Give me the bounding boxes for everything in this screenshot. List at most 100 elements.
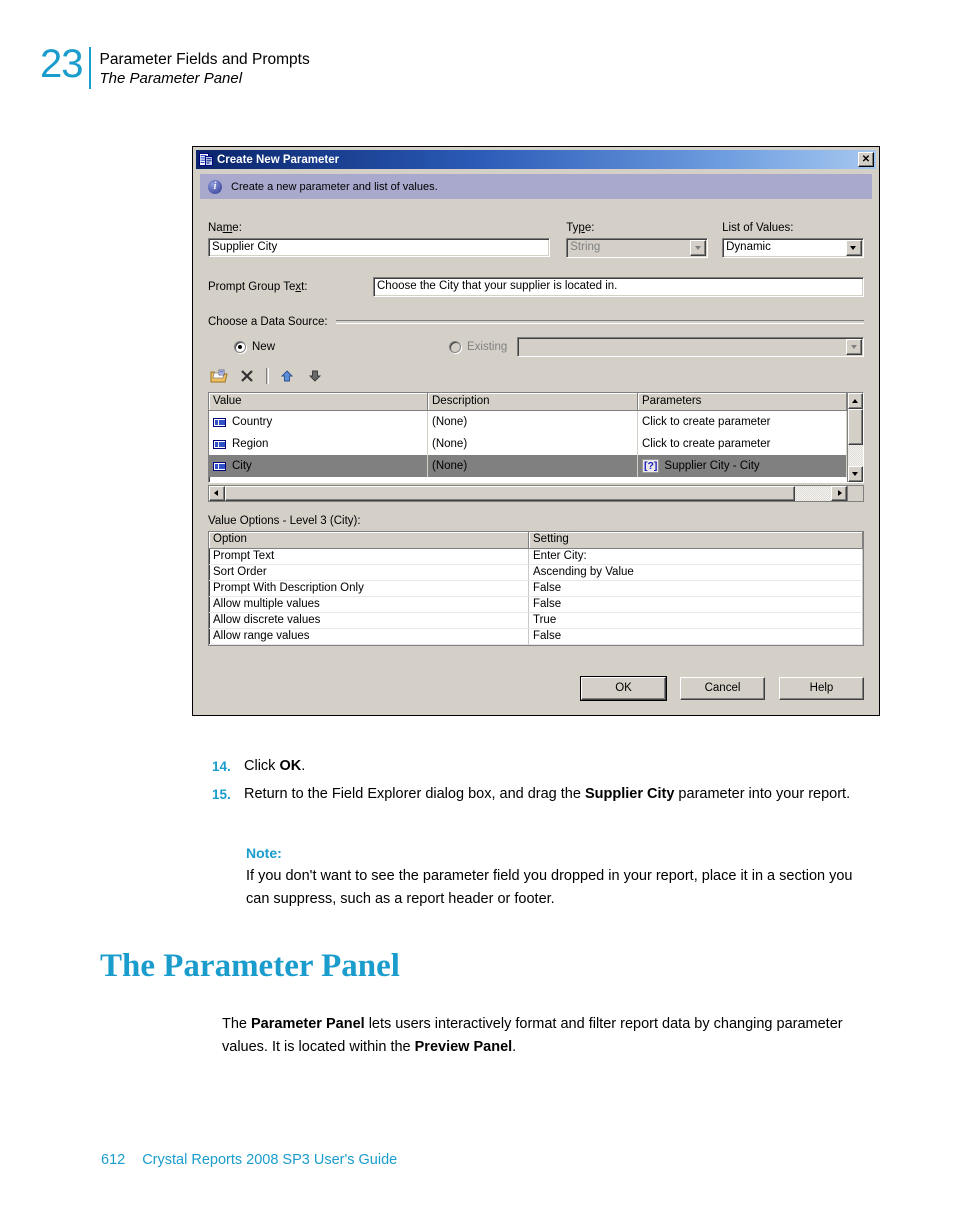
header-chapter-title: Parameter Fields and Prompts xyxy=(99,51,310,68)
cell-setting[interactable]: Ascending by Value xyxy=(529,565,863,581)
value-grid-vertical-scrollbar[interactable] xyxy=(847,393,863,482)
cell-value-text: Country xyxy=(232,415,273,428)
scroll-left-icon[interactable] xyxy=(209,486,225,501)
name-field-label: Name: xyxy=(208,222,242,234)
help-button[interactable]: Help xyxy=(779,677,864,700)
column-header-setting[interactable]: Setting xyxy=(529,532,863,549)
existing-data-source-select[interactable] xyxy=(517,337,864,357)
cell-setting[interactable]: False xyxy=(529,629,863,645)
existing-data-source-value xyxy=(518,338,845,356)
radio-new-label: New xyxy=(252,341,276,353)
info-icon: i xyxy=(208,179,222,194)
value-grid-header: Value Description Parameters xyxy=(209,393,847,411)
parameter-question-icon: [?] xyxy=(642,459,660,473)
page-running-header: 23 Parameter Fields and Prompts The Para… xyxy=(40,44,310,89)
chevron-down-icon[interactable] xyxy=(846,339,862,355)
table-row[interactable]: Country (None) Click to create parameter xyxy=(209,411,847,433)
cell-setting[interactable]: Enter City: xyxy=(529,549,863,565)
move-up-icon[interactable] xyxy=(276,366,298,386)
radio-dot-icon xyxy=(449,341,462,353)
scrollbar-track[interactable] xyxy=(225,486,831,501)
delete-x-icon[interactable] xyxy=(236,366,258,386)
scrollbar-thumb[interactable] xyxy=(225,486,795,501)
radio-existing[interactable]: Existing xyxy=(449,341,507,353)
dialog-info-banner: i Create a new parameter and list of val… xyxy=(200,174,872,199)
cell-setting[interactable]: True xyxy=(529,613,863,629)
type-select-value: String xyxy=(570,241,601,253)
cell-parameter[interactable]: Click to create parameter xyxy=(638,411,847,433)
table-row[interactable]: Allow discrete values True xyxy=(209,613,863,629)
note-title: Note: xyxy=(246,845,282,861)
prompt-group-text-label: Prompt Group Text: xyxy=(208,281,308,293)
data-source-radio-row: New Existing xyxy=(208,337,864,357)
cell-parameter[interactable]: [?] Supplier City - City xyxy=(638,455,847,477)
note-block: Note: If you don't want to see the param… xyxy=(246,842,866,911)
chevron-down-icon[interactable] xyxy=(845,240,862,256)
column-header-parameters[interactable]: Parameters xyxy=(638,393,847,411)
header-divider-rule xyxy=(88,47,91,89)
value-options-table[interactable]: Option Setting Prompt Text Enter City: S… xyxy=(208,531,864,646)
open-folder-icon[interactable] xyxy=(208,366,230,386)
table-row[interactable]: Sort Order Ascending by Value xyxy=(209,565,863,581)
column-header-description[interactable]: Description xyxy=(428,393,638,411)
database-field-icon xyxy=(213,439,226,449)
cell-setting[interactable]: False xyxy=(529,597,863,613)
scrollbar-track[interactable] xyxy=(848,409,863,466)
table-row[interactable]: City (None) [?] Supplier City - City xyxy=(209,455,847,477)
scroll-right-icon[interactable] xyxy=(831,486,847,501)
list-of-values-select[interactable]: Dynamic xyxy=(722,238,864,258)
header-section-title: The Parameter Panel xyxy=(99,70,243,87)
prompt-group-text-row: Prompt Group Text: Choose the City that … xyxy=(208,277,864,297)
table-row[interactable]: Allow range values False xyxy=(209,629,863,645)
scroll-down-icon[interactable] xyxy=(848,466,863,482)
step-text: Click OK. xyxy=(244,758,306,774)
page-title: The Parameter Panel xyxy=(100,948,400,984)
close-icon[interactable]: ✕ xyxy=(858,152,874,167)
cell-parameter[interactable]: Click to create parameter xyxy=(638,433,847,455)
list-of-values-value: Dynamic xyxy=(726,241,771,253)
scrollbar-thumb[interactable] xyxy=(848,409,863,446)
scroll-up-icon[interactable] xyxy=(848,393,863,409)
database-field-icon xyxy=(213,417,226,427)
table-row[interactable]: Prompt Text Enter City: xyxy=(209,549,863,565)
move-down-icon[interactable] xyxy=(304,366,326,386)
step-number: 15. xyxy=(212,787,231,802)
footer-page-number: 612 xyxy=(101,1152,126,1168)
dialog-info-text: Create a new parameter and list of value… xyxy=(231,180,438,193)
toolbar-separator xyxy=(266,368,269,384)
type-select[interactable]: String xyxy=(566,238,709,258)
column-header-option[interactable]: Option xyxy=(209,532,529,549)
table-row[interactable]: Prompt With Description Only False xyxy=(209,581,863,597)
value-grid[interactable]: Value Description Parameters Country (No… xyxy=(208,392,864,483)
parameter-identity-row: Name: Supplier City Type: String List of… xyxy=(208,222,864,258)
cell-option: Allow multiple values xyxy=(209,597,529,613)
note-body: If you don't want to see the parameter f… xyxy=(246,868,853,907)
cell-option: Prompt Text xyxy=(209,549,529,565)
cell-setting[interactable]: False xyxy=(529,581,863,597)
chevron-down-icon[interactable] xyxy=(690,240,707,256)
value-grid-horizontal-scrollbar-row xyxy=(208,485,864,502)
type-field-label: Type: xyxy=(566,222,595,234)
cell-option: Prompt With Description Only xyxy=(209,581,529,597)
table-row[interactable]: Allow multiple values False xyxy=(209,597,863,613)
group-separator-rule xyxy=(335,320,864,324)
cancel-button[interactable]: Cancel xyxy=(680,677,765,700)
prompt-group-text-input[interactable]: Choose the City that your supplier is lo… xyxy=(373,277,864,297)
value-grid-toolbar xyxy=(208,365,864,387)
column-header-value[interactable]: Value xyxy=(209,393,428,411)
dialog-titlebar[interactable]: Create New Parameter ✕ xyxy=(196,150,876,169)
table-row[interactable]: Region (None) Click to create parameter xyxy=(209,433,847,455)
data-source-group-header: Choose a Data Source: xyxy=(208,316,864,328)
data-source-group-label: Choose a Data Source: xyxy=(208,316,328,328)
radio-dot-icon xyxy=(234,341,246,353)
name-input[interactable]: Supplier City xyxy=(208,238,551,257)
radio-new[interactable]: New xyxy=(234,341,275,353)
step-text: Return to the Field Explorer dialog box,… xyxy=(244,786,851,802)
cell-option: Allow discrete values xyxy=(209,613,529,629)
value-grid-horizontal-scrollbar[interactable] xyxy=(208,485,848,502)
cell-description: (None) xyxy=(428,433,638,455)
ok-button[interactable]: OK xyxy=(580,676,667,701)
list-item: 14. Click OK. xyxy=(212,755,867,778)
list-of-values-label: List of Values: xyxy=(722,222,794,234)
parameter-field-icon xyxy=(199,152,213,167)
